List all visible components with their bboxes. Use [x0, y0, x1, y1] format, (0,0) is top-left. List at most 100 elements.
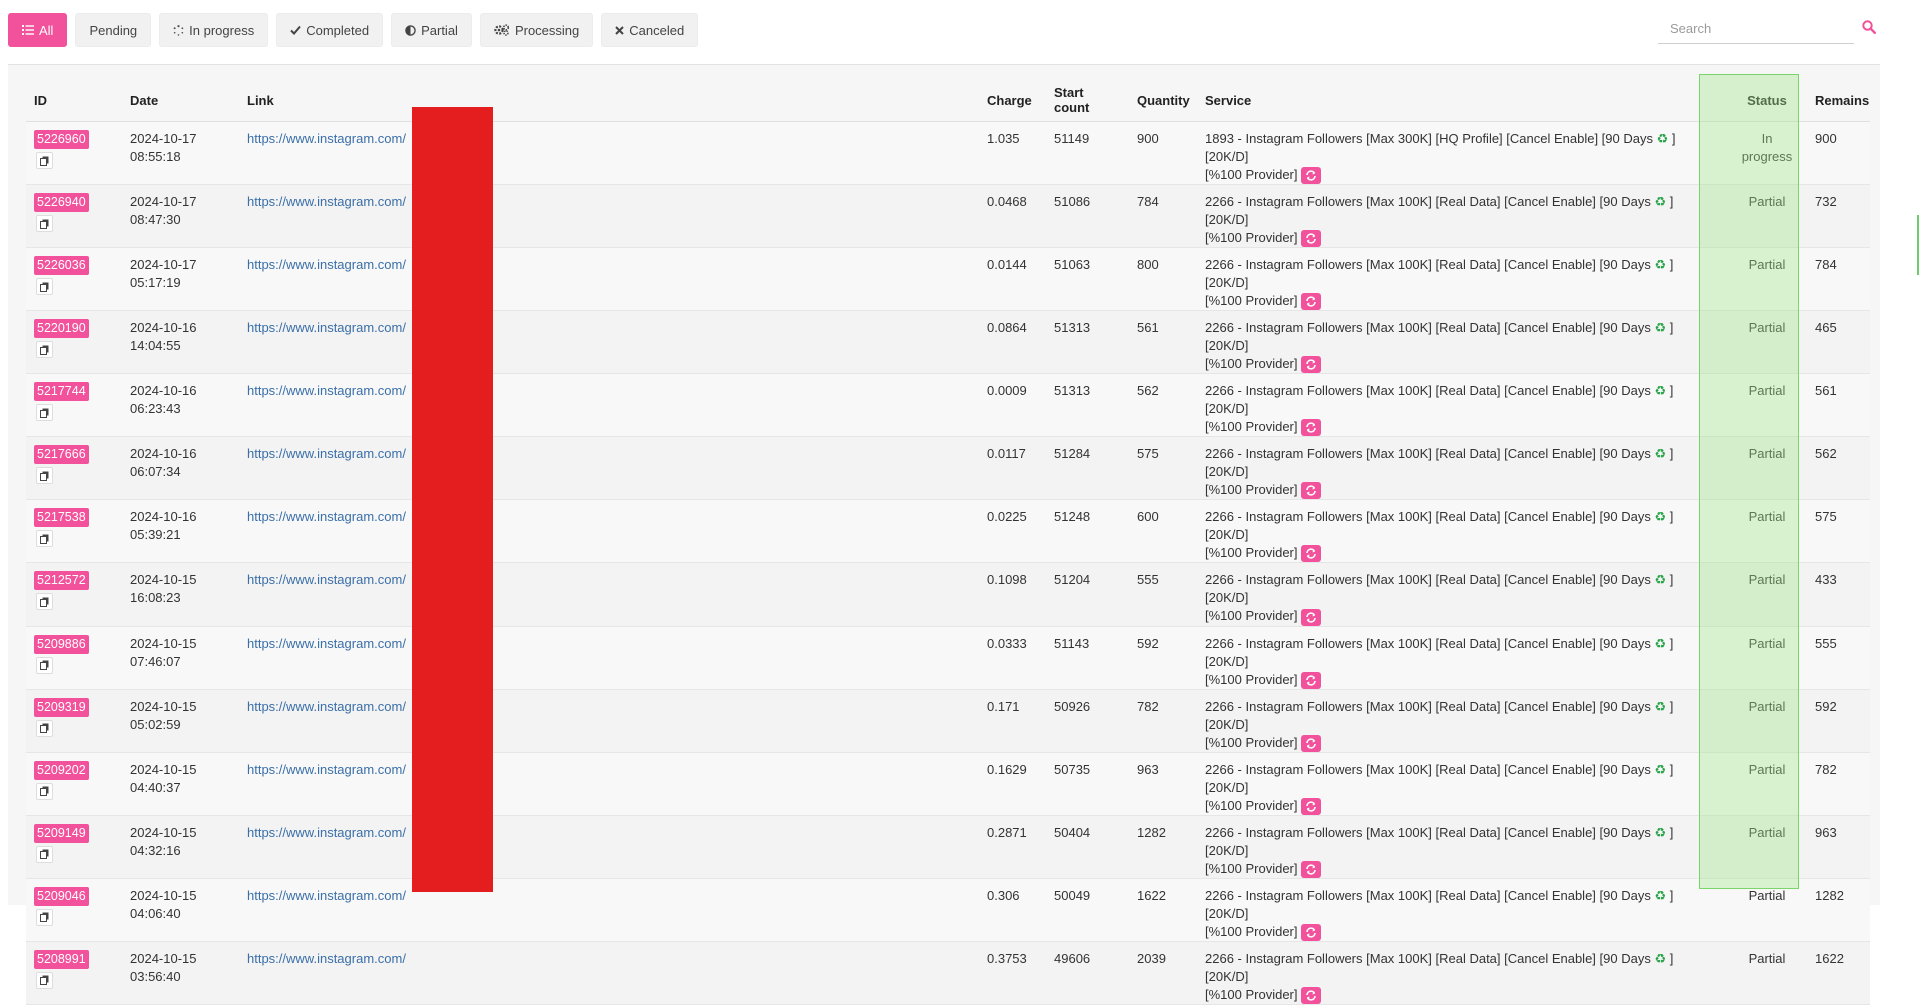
copy-icon[interactable] — [36, 782, 53, 800]
order-link[interactable]: https://www.instagram.com/ — [247, 383, 406, 398]
cell-charge: 0.0225 — [979, 499, 1046, 564]
col-header-quantity[interactable]: Quantity — [1129, 79, 1197, 122]
cell-link: https://www.instagram.com/ — [239, 752, 979, 816]
col-header-start-count[interactable]: Start count — [1046, 79, 1129, 122]
refill-icon[interactable] — [1300, 860, 1321, 878]
order-id-badge[interactable]: 5226940 — [34, 193, 89, 213]
order-id-badge[interactable]: 5226036 — [34, 256, 89, 276]
refill-icon[interactable] — [1300, 923, 1321, 941]
order-id-badge[interactable]: 5217744 — [34, 382, 89, 402]
filter-partial-button[interactable]: Partial — [391, 13, 472, 47]
order-link[interactable]: https://www.instagram.com/ — [247, 699, 406, 714]
copy-icon[interactable] — [36, 845, 53, 863]
order-id-badge[interactable]: 5226960 — [34, 130, 89, 149]
refill-icon[interactable] — [1300, 545, 1321, 563]
copy-icon[interactable] — [36, 404, 53, 422]
copy-icon[interactable] — [36, 467, 53, 485]
cell-date: 2024-10-17 05:17:19 — [122, 247, 239, 312]
order-link[interactable]: https://www.instagram.com/ — [247, 194, 406, 209]
order-link[interactable]: https://www.instagram.com/ — [247, 257, 406, 272]
cell-charge: 0.0468 — [979, 184, 1046, 249]
service-provider: [%100 Provider] — [1205, 671, 1298, 687]
refill-icon[interactable] — [1300, 482, 1321, 500]
order-id-badge[interactable]: 5209046 — [34, 886, 89, 906]
order-link[interactable]: https://www.instagram.com/ — [247, 636, 406, 651]
refill-icon[interactable] — [1300, 230, 1321, 248]
recycle-icon: ♻ — [1654, 635, 1667, 651]
order-id-badge[interactable]: 5208991 — [34, 949, 89, 969]
refill-icon[interactable] — [1300, 671, 1321, 689]
col-header-remains[interactable]: Remains — [1807, 79, 1870, 122]
cell-start-count: 51313 — [1046, 310, 1129, 375]
col-header-service[interactable]: Service — [1197, 79, 1727, 122]
cell-service: 2266 - Instagram Followers [Max 100K] [R… — [1197, 499, 1727, 564]
order-date: 2024-10-15 — [130, 635, 197, 651]
copy-icon[interactable] — [36, 341, 53, 359]
copy-icon[interactable] — [36, 719, 53, 737]
search-input[interactable] — [1658, 14, 1854, 44]
order-link[interactable]: https://www.instagram.com/ — [247, 320, 406, 335]
order-link[interactable]: https://www.instagram.com/ — [247, 131, 406, 146]
cell-link: https://www.instagram.com/ — [239, 689, 979, 753]
order-id-badge[interactable]: 5209319 — [34, 697, 89, 717]
col-header-date[interactable]: Date — [122, 79, 239, 122]
refill-icon[interactable] — [1300, 797, 1321, 815]
status-filter-bar: All Pending In progress Completed Partia… — [8, 13, 699, 47]
order-id-badge[interactable]: 5209202 — [34, 760, 89, 780]
order-time: 08:47:30 — [130, 212, 181, 228]
order-link[interactable]: https://www.instagram.com/ — [247, 446, 406, 461]
cell-start-count: 51248 — [1046, 499, 1129, 564]
refill-icon[interactable] — [1300, 608, 1321, 626]
order-link[interactable]: https://www.instagram.com/ — [247, 762, 406, 777]
spinner-icon — [173, 24, 184, 36]
copy-icon[interactable] — [36, 656, 53, 674]
copy-icon[interactable] — [36, 278, 53, 296]
search-icon[interactable] — [1862, 20, 1876, 34]
order-id-badge[interactable]: 5217538 — [34, 508, 89, 528]
col-header-id[interactable]: ID — [26, 79, 122, 122]
cell-start-count: 50404 — [1046, 815, 1129, 879]
refill-icon[interactable] — [1300, 734, 1321, 752]
filter-canceled-button[interactable]: Canceled — [601, 13, 699, 47]
cell-id: 5209886 — [26, 626, 122, 690]
refill-icon[interactable] — [1300, 419, 1321, 437]
order-date: 2024-10-15 — [130, 698, 197, 714]
filter-in-progress-button[interactable]: In progress — [159, 13, 269, 47]
order-id-badge[interactable]: 5220190 — [34, 319, 89, 339]
copy-icon[interactable] — [36, 971, 53, 989]
col-header-link[interactable]: Link — [239, 79, 979, 122]
order-id-badge[interactable]: 5212572 — [34, 571, 89, 591]
col-header-charge[interactable]: Charge — [979, 79, 1046, 122]
order-time: 05:02:59 — [130, 716, 181, 732]
order-link[interactable]: https://www.instagram.com/ — [247, 825, 406, 840]
service-name: 2266 - Instagram Followers [Max 100K] [R… — [1205, 887, 1655, 903]
order-id-badge[interactable]: 5209149 — [34, 823, 89, 843]
filter-completed-button[interactable]: Completed — [276, 13, 384, 47]
cell-service: 2266 - Instagram Followers [Max 100K] [R… — [1197, 626, 1727, 690]
service-name: 2266 - Instagram Followers [Max 100K] [R… — [1205, 257, 1655, 273]
copy-icon[interactable] — [36, 215, 53, 233]
order-date: 2024-10-17 — [130, 257, 197, 273]
cell-remains: 900 — [1807, 121, 1870, 186]
cell-link: https://www.instagram.com/ — [239, 184, 979, 249]
order-link[interactable]: https://www.instagram.com/ — [247, 888, 406, 903]
refill-icon[interactable] — [1300, 293, 1321, 311]
refill-icon[interactable] — [1300, 167, 1321, 185]
order-link[interactable]: https://www.instagram.com/ — [247, 572, 406, 587]
filter-pending-button[interactable]: Pending — [75, 13, 152, 47]
filter-all-button[interactable]: All — [8, 13, 68, 47]
cell-start-count: 51204 — [1046, 562, 1129, 627]
order-link[interactable]: https://www.instagram.com/ — [247, 509, 406, 524]
filter-processing-button[interactable]: Processing — [479, 13, 594, 47]
refill-icon[interactable] — [1300, 986, 1321, 1004]
copy-icon[interactable] — [36, 593, 53, 611]
cell-charge: 0.306 — [979, 878, 1046, 942]
order-link[interactable]: https://www.instagram.com/ — [247, 951, 406, 966]
copy-icon[interactable] — [36, 152, 53, 169]
copy-icon[interactable] — [36, 530, 53, 548]
refill-icon[interactable] — [1300, 356, 1321, 374]
order-id-badge[interactable]: 5217666 — [34, 445, 89, 465]
order-id-badge[interactable]: 5209886 — [34, 634, 89, 654]
copy-icon[interactable] — [36, 908, 53, 926]
service-provider: [%100 Provider] — [1205, 734, 1298, 750]
